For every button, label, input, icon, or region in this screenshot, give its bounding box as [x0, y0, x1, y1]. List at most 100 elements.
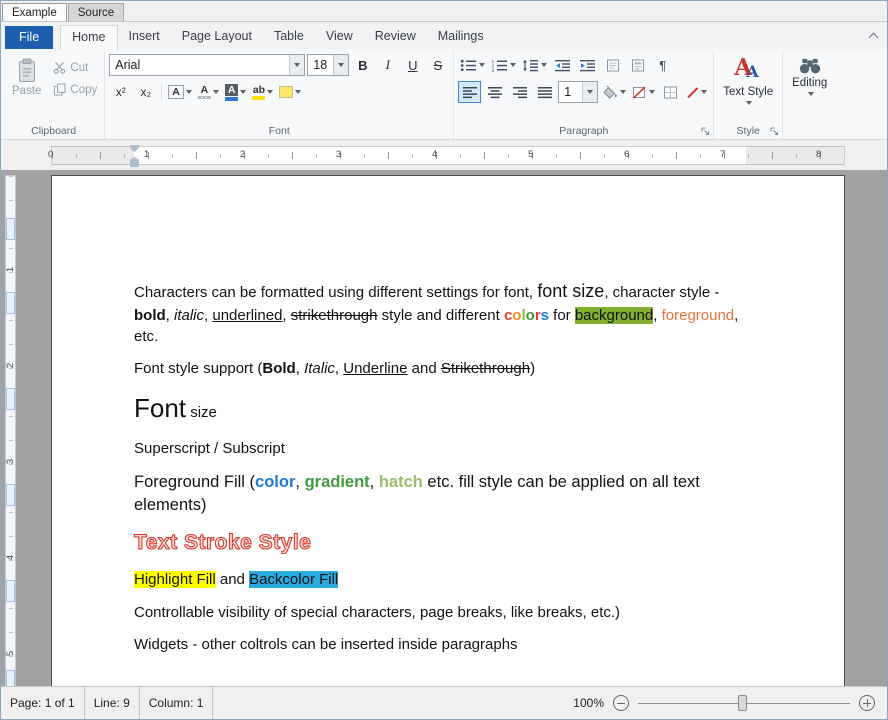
ruler-right-margin — [746, 146, 844, 165]
ruler-mark: 0 — [48, 149, 54, 160]
tab-example[interactable]: Example — [2, 3, 67, 21]
text-style-button[interactable]: A A Text Style — [718, 54, 778, 108]
zoom-in-button[interactable] — [859, 695, 875, 711]
dropdown-arrow-icon — [240, 90, 247, 94]
align-left-button[interactable] — [458, 81, 482, 103]
text-border-button[interactable]: A — [166, 81, 194, 103]
align-center-button[interactable] — [483, 81, 506, 103]
ruler-mark: 1 — [5, 266, 16, 273]
subscript-button[interactable]: x₂ — [134, 81, 157, 103]
text-run: Bold — [262, 360, 296, 378]
strikethrough-button[interactable]: S — [426, 54, 449, 76]
style-dialog-launcher[interactable] — [770, 127, 779, 136]
numbered-list-button[interactable]: 1 2 3 — [489, 54, 518, 76]
vertical-ruler-segment — [6, 484, 15, 506]
zoom-slider[interactable] — [638, 695, 850, 711]
paragraph-fill-button[interactable] — [600, 81, 628, 103]
cut-button[interactable]: Cut — [50, 58, 100, 77]
page[interactable]: Characters can be formatted using differ… — [51, 175, 845, 686]
no-border-icon — [687, 86, 699, 98]
increase-indent-button[interactable] — [576, 54, 599, 76]
text-run: Foreground Fill ( — [134, 472, 256, 491]
copy-button[interactable]: Copy — [50, 80, 100, 99]
align-right-button[interactable] — [508, 81, 531, 103]
editor-canvas[interactable]: Characters can be formatted using differ… — [1, 170, 887, 686]
paragraph: Widgets - other coltrols can be inserted… — [134, 634, 752, 655]
ruler-left-margin — [52, 146, 134, 165]
document-area: 1 2 3 4 5 Characters can be formatted us… — [1, 170, 887, 686]
dropdown-arrow-icon — [649, 90, 656, 94]
text-highlight-button[interactable]: ab — [250, 81, 275, 103]
text-shading-button[interactable]: A — [196, 81, 221, 103]
highlight-color-button[interactable] — [277, 81, 303, 103]
cut-label: Cut — [70, 61, 89, 74]
ribbon-tab-review[interactable]: Review — [364, 25, 427, 49]
paragraph-dialog-launcher[interactable] — [701, 127, 710, 136]
file-tab[interactable]: File — [5, 26, 54, 49]
dropdown-arrow-icon — [510, 63, 517, 67]
line-spacing-value: 1 — [564, 85, 572, 99]
decrease-indent-button[interactable] — [551, 54, 574, 76]
ribbon-tab-mailings[interactable]: Mailings — [427, 25, 495, 49]
line-spacing-combo[interactable]: 1 — [558, 81, 599, 103]
font-name-combo[interactable]: Arial — [109, 54, 306, 76]
document-content[interactable]: Characters can be formatted using differ… — [52, 176, 844, 655]
vertical-ruler-segment — [6, 670, 15, 686]
status-column: Column: 1 — [140, 687, 214, 719]
tab-source[interactable]: Source — [67, 3, 125, 21]
ribbon-tab-view[interactable]: View — [315, 25, 364, 49]
text-highlight-icon: ab — [252, 84, 266, 100]
ruler-mark: 3 — [336, 149, 342, 160]
vertical-ruler-segment — [6, 388, 15, 410]
borders-button[interactable] — [659, 81, 682, 103]
text-run: , — [295, 360, 305, 378]
dropdown-arrow-icon — [267, 90, 274, 94]
zoom-slider-handle[interactable] — [737, 695, 747, 711]
no-fill-button[interactable] — [630, 81, 657, 103]
text-run: gradient — [304, 472, 370, 491]
text-run: , — [334, 360, 344, 378]
paragraph-group: 1 2 3 ¶ 1 Paragraph — [454, 51, 715, 139]
text-run: Widgets - other coltrols can be inserted… — [134, 635, 518, 653]
left-indent-marker[interactable] — [130, 163, 139, 167]
ribbon-tab-insert[interactable]: Insert — [118, 25, 171, 49]
status-page: Page: 1 of 1 — [1, 687, 85, 719]
text-run: Strikethrough — [440, 360, 531, 378]
text-run: italic — [174, 306, 205, 324]
show-formatting-marks-button[interactable]: ¶ — [651, 54, 674, 76]
bold-button[interactable]: B — [351, 54, 374, 76]
ribbon-tab-home[interactable]: Home — [60, 25, 118, 50]
borders-grid-icon — [664, 86, 678, 98]
paste-button[interactable]: Paste — [7, 54, 46, 100]
text-run: , — [165, 306, 174, 324]
ribbon-tab-table[interactable]: Table — [263, 25, 315, 49]
horizontal-ruler[interactable]: 0 1 2 3 4 5 6 7 8 — [1, 140, 887, 170]
page-break-icon — [631, 59, 644, 71]
underline-button[interactable]: U — [401, 54, 424, 76]
text-frame-button[interactable] — [601, 54, 624, 76]
line-spacing-button[interactable] — [520, 54, 549, 76]
zoom-out-button[interactable] — [613, 695, 629, 711]
paragraph: Highlight Fill and Backcolor Fill — [134, 569, 752, 590]
align-justify-button[interactable] — [533, 81, 556, 103]
vertical-ruler[interactable]: 1 2 3 4 5 — [2, 170, 19, 686]
ruler-mark: 7 — [720, 149, 726, 160]
minus-icon — [617, 702, 625, 705]
dropdown-arrow-icon — [582, 82, 598, 102]
bullet-list-button[interactable] — [458, 54, 487, 76]
text-run: color — [255, 472, 296, 491]
font-size-combo[interactable]: 18 — [307, 54, 350, 76]
no-border-button[interactable] — [684, 81, 709, 103]
collapse-ribbon-button[interactable] — [865, 28, 881, 44]
editing-button[interactable]: Editing — [787, 54, 832, 99]
ruler-mark: 8 — [816, 149, 822, 160]
font-name-value: Arial — [115, 58, 141, 72]
dropdown-arrow-icon — [185, 90, 192, 94]
superscript-button[interactable]: x² — [109, 81, 132, 103]
font-color-button[interactable]: A — [223, 81, 249, 103]
paragraph-group-label: Paragraph — [559, 125, 609, 137]
page-break-button[interactable] — [626, 54, 649, 76]
italic-button[interactable]: I — [376, 54, 399, 76]
text-run: Highlight Fill — [134, 571, 216, 589]
ribbon-tab-page-layout[interactable]: Page Layout — [171, 25, 263, 49]
